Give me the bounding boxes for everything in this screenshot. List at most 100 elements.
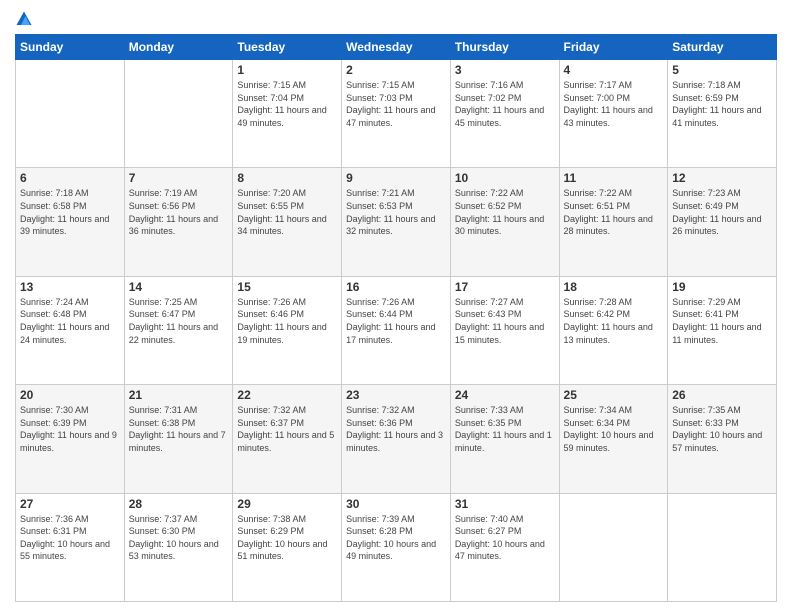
calendar-cell: 21 Sunrise: 7:31 AM Sunset: 6:38 PM Dayli… <box>124 385 233 493</box>
calendar-cell: 19 Sunrise: 7:29 AM Sunset: 6:41 PM Dayli… <box>668 276 777 384</box>
day-info: Sunrise: 7:32 AM Sunset: 6:37 PM Dayligh… <box>237 404 337 454</box>
week-row-1: 1 Sunrise: 7:15 AM Sunset: 7:04 PM Daylig… <box>16 60 777 168</box>
day-info: Sunrise: 7:28 AM Sunset: 6:42 PM Dayligh… <box>564 296 664 346</box>
calendar-cell <box>16 60 125 168</box>
day-info: Sunrise: 7:15 AM Sunset: 7:03 PM Dayligh… <box>346 79 446 129</box>
calendar-cell <box>559 493 668 601</box>
calendar-cell: 6 Sunrise: 7:18 AM Sunset: 6:58 PM Daylig… <box>16 168 125 276</box>
day-info: Sunrise: 7:34 AM Sunset: 6:34 PM Dayligh… <box>564 404 664 454</box>
day-number: 25 <box>564 388 664 402</box>
day-number: 19 <box>672 280 772 294</box>
day-info: Sunrise: 7:37 AM Sunset: 6:30 PM Dayligh… <box>129 513 229 563</box>
week-row-4: 20Sunrise: 7:30 AM Sunset: 6:39 PM Dayli… <box>16 385 777 493</box>
day-info: Sunrise: 7:27 AM Sunset: 6:43 PM Dayligh… <box>455 296 555 346</box>
day-number: 29 <box>237 497 337 511</box>
day-info: Sunrise: 7:40 AM Sunset: 6:27 PM Dayligh… <box>455 513 555 563</box>
day-info: Sunrise: 7:31 AM Sunset: 6:38 PM Dayligh… <box>129 404 229 454</box>
day-info: Sunrise: 7:36 AM Sunset: 6:31 PM Dayligh… <box>20 513 120 563</box>
day-number: 31 <box>455 497 555 511</box>
day-number: 3 <box>455 63 555 77</box>
day-info: Sunrise: 7:15 AM Sunset: 7:04 PM Dayligh… <box>237 79 337 129</box>
day-number: 26 <box>672 388 772 402</box>
calendar-cell: 7 Sunrise: 7:19 AM Sunset: 6:56 PM Daylig… <box>124 168 233 276</box>
day-info: Sunrise: 7:25 AM Sunset: 6:47 PM Dayligh… <box>129 296 229 346</box>
calendar-cell <box>124 60 233 168</box>
week-row-2: 6 Sunrise: 7:18 AM Sunset: 6:58 PM Daylig… <box>16 168 777 276</box>
calendar-cell: 2Sunrise: 7:15 AM Sunset: 7:03 PM Daylig… <box>342 60 451 168</box>
day-number: 4 <box>564 63 664 77</box>
day-info: Sunrise: 7:35 AM Sunset: 6:33 PM Dayligh… <box>672 404 772 454</box>
calendar-cell: 9 Sunrise: 7:21 AM Sunset: 6:53 PM Daylig… <box>342 168 451 276</box>
calendar-cell: 8Sunrise: 7:20 AM Sunset: 6:55 PM Daylig… <box>233 168 342 276</box>
day-info: Sunrise: 7:24 AM Sunset: 6:48 PM Dayligh… <box>20 296 120 346</box>
day-number: 16 <box>346 280 446 294</box>
day-number: 18 <box>564 280 664 294</box>
day-info: Sunrise: 7:22 AM Sunset: 6:52 PM Dayligh… <box>455 187 555 237</box>
day-number: 9 <box>346 171 446 185</box>
page: SundayMondayTuesdayWednesdayThursdayFrid… <box>0 0 792 612</box>
weekday-header-wednesday: Wednesday <box>342 35 451 60</box>
day-number: 27 <box>20 497 120 511</box>
week-row-3: 13 Sunrise: 7:24 AM Sunset: 6:48 PM Dayli… <box>16 276 777 384</box>
day-info: Sunrise: 7:29 AM Sunset: 6:41 PM Dayligh… <box>672 296 772 346</box>
day-info: Sunrise: 7:32 AM Sunset: 6:36 PM Dayligh… <box>346 404 446 454</box>
weekday-header-row: SundayMondayTuesdayWednesdayThursdayFrid… <box>16 35 777 60</box>
day-info: Sunrise: 7:26 AM Sunset: 6:46 PM Dayligh… <box>237 296 337 346</box>
calendar-cell: 3Sunrise: 7:16 AM Sunset: 7:02 PM Daylig… <box>450 60 559 168</box>
weekday-header-monday: Monday <box>124 35 233 60</box>
calendar-cell: 28 Sunrise: 7:37 AM Sunset: 6:30 PM Dayli… <box>124 493 233 601</box>
day-number: 12 <box>672 171 772 185</box>
calendar-cell: 29 Sunrise: 7:38 AM Sunset: 6:29 PM Dayli… <box>233 493 342 601</box>
day-number: 24 <box>455 388 555 402</box>
day-number: 6 <box>20 171 120 185</box>
day-number: 22 <box>237 388 337 402</box>
day-number: 5 <box>672 63 772 77</box>
weekday-header-friday: Friday <box>559 35 668 60</box>
day-number: 20 <box>20 388 120 402</box>
day-number: 11 <box>564 171 664 185</box>
weekday-header-thursday: Thursday <box>450 35 559 60</box>
day-number: 28 <box>129 497 229 511</box>
weekday-header-tuesday: Tuesday <box>233 35 342 60</box>
logo-icon <box>15 10 33 28</box>
header <box>15 10 777 28</box>
calendar-cell: 10 Sunrise: 7:22 AM Sunset: 6:52 PM Dayli… <box>450 168 559 276</box>
calendar-cell: 13 Sunrise: 7:24 AM Sunset: 6:48 PM Dayli… <box>16 276 125 384</box>
day-number: 7 <box>129 171 229 185</box>
calendar-cell: 5Sunrise: 7:18 AM Sunset: 6:59 PM Daylig… <box>668 60 777 168</box>
week-row-5: 27 Sunrise: 7:36 AM Sunset: 6:31 PM Dayli… <box>16 493 777 601</box>
calendar-cell: 26 Sunrise: 7:35 AM Sunset: 6:33 PM Dayli… <box>668 385 777 493</box>
day-info: Sunrise: 7:19 AM Sunset: 6:56 PM Dayligh… <box>129 187 229 237</box>
calendar-cell: 30 Sunrise: 7:39 AM Sunset: 6:28 PM Dayli… <box>342 493 451 601</box>
calendar-table: SundayMondayTuesdayWednesdayThursdayFrid… <box>15 34 777 602</box>
day-info: Sunrise: 7:18 AM Sunset: 6:58 PM Dayligh… <box>20 187 120 237</box>
day-number: 23 <box>346 388 446 402</box>
day-info: Sunrise: 7:22 AM Sunset: 6:51 PM Dayligh… <box>564 187 664 237</box>
day-number: 21 <box>129 388 229 402</box>
calendar-cell: 22 Sunrise: 7:32 AM Sunset: 6:37 PM Dayli… <box>233 385 342 493</box>
weekday-header-saturday: Saturday <box>668 35 777 60</box>
day-number: 17 <box>455 280 555 294</box>
calendar-cell: 15 Sunrise: 7:26 AM Sunset: 6:46 PM Dayli… <box>233 276 342 384</box>
day-info: Sunrise: 7:39 AM Sunset: 6:28 PM Dayligh… <box>346 513 446 563</box>
day-info: Sunrise: 7:17 AM Sunset: 7:00 PM Dayligh… <box>564 79 664 129</box>
day-number: 15 <box>237 280 337 294</box>
calendar-cell: 24 Sunrise: 7:33 AM Sunset: 6:35 PM Dayli… <box>450 385 559 493</box>
calendar-cell: 17 Sunrise: 7:27 AM Sunset: 6:43 PM Dayli… <box>450 276 559 384</box>
day-number: 1 <box>237 63 337 77</box>
day-info: Sunrise: 7:33 AM Sunset: 6:35 PM Dayligh… <box>455 404 555 454</box>
day-number: 14 <box>129 280 229 294</box>
calendar-cell: 20Sunrise: 7:30 AM Sunset: 6:39 PM Dayli… <box>16 385 125 493</box>
day-info: Sunrise: 7:26 AM Sunset: 6:44 PM Dayligh… <box>346 296 446 346</box>
day-info: Sunrise: 7:21 AM Sunset: 6:53 PM Dayligh… <box>346 187 446 237</box>
calendar-cell: 14 Sunrise: 7:25 AM Sunset: 6:47 PM Dayli… <box>124 276 233 384</box>
calendar-cell: 11 Sunrise: 7:22 AM Sunset: 6:51 PM Dayli… <box>559 168 668 276</box>
day-info: Sunrise: 7:38 AM Sunset: 6:29 PM Dayligh… <box>237 513 337 563</box>
day-number: 13 <box>20 280 120 294</box>
calendar-cell: 18 Sunrise: 7:28 AM Sunset: 6:42 PM Dayli… <box>559 276 668 384</box>
logo <box>15 10 37 28</box>
day-number: 30 <box>346 497 446 511</box>
calendar-cell: 31 Sunrise: 7:40 AM Sunset: 6:27 PM Dayli… <box>450 493 559 601</box>
calendar-cell: 27 Sunrise: 7:36 AM Sunset: 6:31 PM Dayli… <box>16 493 125 601</box>
day-number: 10 <box>455 171 555 185</box>
